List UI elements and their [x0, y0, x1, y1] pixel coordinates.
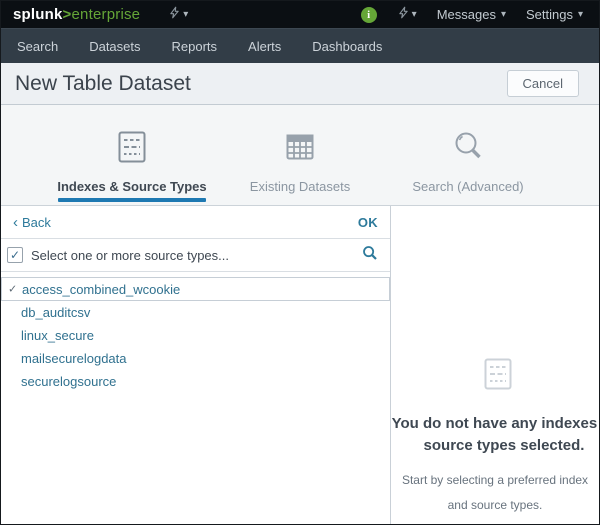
search-icon[interactable]	[362, 245, 378, 266]
source-type-item[interactable]: ✓ access_combined_wcookie	[1, 277, 390, 301]
source-type-item[interactable]: db_auditcsv	[1, 301, 390, 324]
empty-state-title: You do not have any indexes or source ty…	[391, 413, 599, 457]
chevron-left-icon: ‹	[13, 215, 18, 230]
tab-indexes-source-types[interactable]: Indexes & Source Types	[48, 105, 216, 205]
source-type-label: securelogsource	[21, 374, 116, 389]
source-type-label: access_combined_wcookie	[22, 282, 180, 297]
page-title: New Table Dataset	[15, 72, 191, 96]
source-type-label: db_auditcsv	[21, 305, 90, 320]
cancel-button[interactable]: Cancel	[507, 70, 579, 97]
activity-menu-2[interactable]: ▾	[397, 6, 417, 24]
activity-icon	[397, 6, 410, 24]
splunk-logo[interactable]: splunk>enterprise	[13, 6, 140, 23]
activity-menu[interactable]: ▾	[168, 6, 188, 24]
tab-label: Existing Datasets	[250, 179, 350, 194]
logo-gt-glyph: >	[63, 6, 72, 23]
settings-label: Settings	[526, 7, 573, 22]
topbar-right-group: i ▾ Messages ▾ Settings ▾	[361, 6, 589, 24]
activity-icon	[168, 6, 181, 24]
source-type-label: linux_secure	[21, 328, 94, 343]
back-link[interactable]: ‹ Back	[13, 215, 51, 230]
panel-header: ‹ Back OK	[1, 206, 390, 239]
caret-down-icon: ▾	[578, 9, 583, 20]
source-type-list: ✓ access_combined_wcookie db_auditcsv li…	[1, 272, 390, 393]
nav-item-alerts[interactable]: Alerts	[248, 39, 281, 54]
caret-down-icon: ▾	[501, 9, 506, 20]
top-bar: splunk>enterprise ▾ i ▾ Messages ▾ Setti…	[1, 1, 599, 28]
empty-state-subtitle: Start by selecting a preferred index and…	[391, 468, 599, 518]
source-type-label: mailsecurelogdata	[21, 351, 127, 366]
tab-existing-datasets[interactable]: Existing Datasets	[216, 105, 384, 205]
list-icon	[113, 128, 151, 166]
content-area: ‹ Back OK ✓ ✓ access_combined_wco	[1, 206, 599, 525]
source-type-item[interactable]: securelogsource	[1, 370, 390, 393]
active-tab-underline	[58, 198, 206, 202]
check-icon: ✓	[8, 283, 17, 296]
empty-state: You do not have any indexes or source ty…	[391, 206, 599, 518]
settings-menu[interactable]: Settings ▾	[526, 7, 583, 22]
source-type-search-row: ✓	[1, 239, 390, 272]
tab-label: Indexes & Source Types	[57, 179, 206, 194]
selection-preview-panel: You do not have any indexes or source ty…	[391, 206, 599, 525]
table-icon	[281, 128, 319, 166]
nav-item-datasets[interactable]: Datasets	[89, 39, 140, 54]
list-icon	[479, 355, 517, 398]
source-type-item[interactable]: linux_secure	[1, 324, 390, 347]
nav-item-search[interactable]: Search	[17, 39, 58, 54]
tab-search-advanced[interactable]: Search (Advanced)	[384, 105, 552, 205]
source-type-filter-input[interactable]	[31, 248, 354, 263]
messages-menu[interactable]: Messages ▾	[437, 7, 506, 22]
dataset-source-tabs: Indexes & Source Types Existing Data	[1, 105, 599, 206]
caret-down-icon: ▾	[412, 9, 417, 20]
nav-item-reports[interactable]: Reports	[172, 39, 218, 54]
logo-enterprise-text: enterprise	[72, 6, 141, 23]
caret-down-icon: ▾	[183, 9, 188, 20]
messages-label: Messages	[437, 7, 496, 22]
select-all-checkbox[interactable]: ✓	[7, 247, 23, 263]
tab-label: Search (Advanced)	[412, 179, 523, 194]
source-type-item[interactable]: mailsecurelogdata	[1, 347, 390, 370]
ok-button[interactable]: OK	[358, 215, 378, 230]
back-label: Back	[22, 215, 51, 230]
splunk-window: splunk>enterprise ▾ i ▾ Messages ▾ Setti…	[0, 0, 600, 525]
info-icon[interactable]: i	[361, 7, 377, 23]
app-nav-bar: Search Datasets Reports Alerts Dashboard…	[1, 28, 599, 63]
logo-splunk-text: splunk	[13, 6, 63, 23]
nav-item-dashboards[interactable]: Dashboards	[312, 39, 382, 54]
title-bar: New Table Dataset Cancel	[1, 63, 599, 105]
search-icon	[449, 128, 487, 166]
source-types-panel: ‹ Back OK ✓ ✓ access_combined_wco	[1, 206, 391, 525]
